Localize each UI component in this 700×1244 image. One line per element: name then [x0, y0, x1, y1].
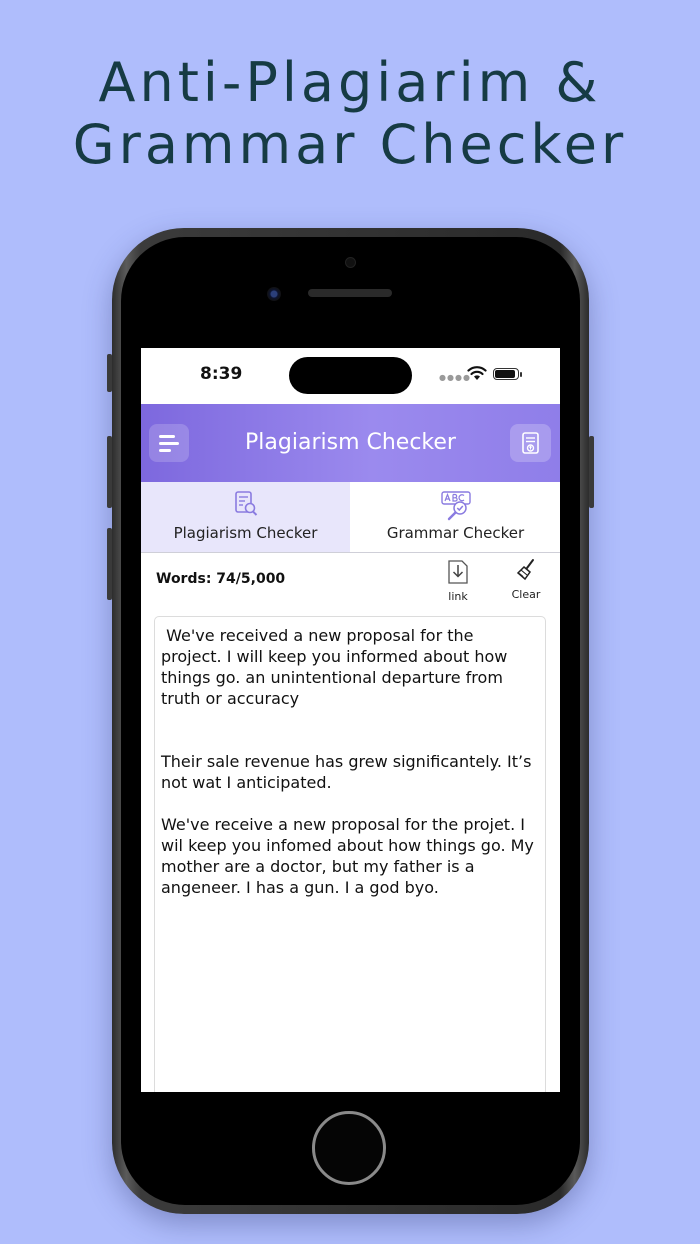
- side-button-power: [589, 436, 594, 508]
- text-input-area[interactable]: We've received a new proposal for the pr…: [154, 616, 546, 1092]
- text-paragraph: Their sale revenue has grew significante…: [161, 752, 532, 792]
- mode-tabs: Plagiarism Checker Grammar Checker: [141, 482, 560, 553]
- abc-check-icon: [440, 491, 471, 521]
- text-paragraph: We've receive a new proposal for the pro…: [161, 815, 534, 897]
- clear-button[interactable]: Clear: [501, 558, 551, 601]
- headline-line-1: Anti-Plagiarim &: [98, 51, 602, 114]
- battery-icon: [493, 368, 522, 380]
- side-button-mute: [107, 354, 112, 392]
- app-title: Plagiarism Checker: [245, 430, 456, 455]
- tab-label: Grammar Checker: [386, 524, 525, 542]
- link-button[interactable]: link: [433, 558, 483, 603]
- app-bar: Plagiarism Checker: [141, 404, 560, 482]
- app-screen: 8:39 ●●●● Plagiarism Checker Plagiarism …: [141, 348, 560, 1092]
- tab-plagiarism-checker[interactable]: Plagiarism Checker: [141, 482, 350, 552]
- tab-grammar-checker[interactable]: Grammar Checker: [351, 482, 560, 552]
- status-time: 8:39: [200, 364, 243, 384]
- front-camera: [267, 287, 281, 301]
- proximity-sensor: [345, 257, 356, 268]
- headline-line-2: Grammar Checker: [72, 113, 628, 176]
- dynamic-island: [289, 357, 412, 394]
- document-upload-icon: [522, 432, 539, 454]
- upload-document-button[interactable]: [510, 424, 551, 462]
- tab-label: Plagiarism Checker: [173, 524, 318, 542]
- broom-icon: [516, 559, 534, 581]
- text-paragraph: We've received a new proposal for the pr…: [161, 626, 513, 708]
- link-import-icon: [448, 560, 468, 584]
- clear-label: Clear: [511, 588, 541, 601]
- status-bar: 8:39 ●●●●: [141, 348, 560, 404]
- document-search-icon: [234, 491, 257, 516]
- promo-headline: Anti-Plagiarim & Grammar Checker: [0, 52, 700, 176]
- wifi-icon: [467, 366, 487, 380]
- side-button-volume-down: [107, 528, 112, 600]
- link-label: link: [448, 590, 468, 603]
- word-counter: Words: 74/5,000: [156, 571, 286, 587]
- home-button[interactable]: [312, 1111, 386, 1185]
- side-button-volume-up: [107, 436, 112, 508]
- earpiece-speaker: [308, 289, 392, 297]
